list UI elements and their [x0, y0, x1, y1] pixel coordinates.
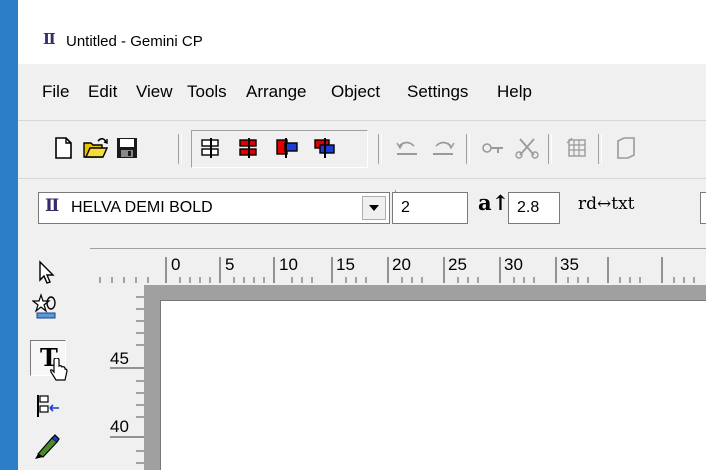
window-title: Untitled - Gemini CP — [66, 33, 203, 50]
toolbar-separator — [548, 134, 552, 164]
open-folder-icon[interactable] — [82, 135, 109, 161]
ruler-label: 10 — [279, 255, 298, 274]
pen-tool-icon[interactable] — [32, 432, 62, 462]
spacing-label: rd↔txt — [578, 194, 635, 214]
align-right-alt-icon[interactable] — [312, 135, 338, 161]
document-page[interactable] — [160, 300, 706, 470]
menu-arrange[interactable]: Arrange — [246, 82, 306, 102]
align-left-icon[interactable] — [198, 135, 224, 161]
font-toolbar: Ⅱ HELVA DEMI BOLD 2 a↑ 2.8 rd↔txt — [18, 182, 706, 226]
link-icon[interactable] — [480, 135, 506, 161]
ruler-label: 25 — [448, 255, 467, 274]
save-icon[interactable] — [114, 135, 140, 161]
menu-help[interactable]: Help — [497, 82, 532, 102]
menu-edit[interactable]: Edit — [88, 82, 117, 102]
toolbar-divider — [18, 178, 706, 179]
ruler-label: 35 — [560, 255, 579, 274]
menu-bar: File Edit View Tools Arrange Object Sett… — [18, 82, 706, 112]
ruler-label: 0 — [171, 255, 181, 274]
main-toolbar — [18, 128, 706, 172]
menu-file[interactable]: File — [42, 82, 69, 102]
app-logo-icon: Ⅱ — [43, 30, 56, 48]
menu-settings[interactable]: Settings — [407, 82, 468, 102]
leading-input[interactable]: 2.8 — [508, 192, 560, 224]
font-type-icon: Ⅱ — [45, 196, 60, 216]
toolbar-separator — [598, 134, 602, 164]
pointer-icon[interactable] — [32, 258, 62, 288]
ruler-label: 40 — [110, 417, 129, 436]
align-right-icon[interactable] — [274, 135, 300, 161]
menu-object[interactable]: Object — [331, 82, 380, 102]
font-selector[interactable]: Ⅱ HELVA DEMI BOLD — [38, 192, 390, 224]
cursor-hand-icon — [50, 358, 68, 381]
leading-icon: a↑ — [478, 190, 510, 215]
toolbar-separator — [378, 134, 382, 164]
text-tool-button[interactable]: T — [30, 340, 68, 381]
star-shape-icon[interactable] — [31, 292, 62, 322]
menu-view[interactable]: View — [136, 82, 173, 102]
font-name-value: HELVA DEMI BOLD — [71, 199, 213, 216]
vertical-ruler: 45 40 — [90, 285, 144, 470]
toolbar-separator — [466, 134, 470, 164]
ruler-label: 20 — [392, 255, 411, 274]
leading-value: 2.8 — [517, 199, 540, 216]
align-center-icon[interactable] — [236, 135, 262, 161]
chevron-down-icon — [369, 205, 379, 211]
ruler-label: 45 — [110, 349, 129, 368]
font-size-value: 2 — [401, 199, 410, 216]
app-window: Ⅱ Untitled - Gemini CP File Edit View To… — [18, 0, 706, 470]
toolbar-separator — [178, 134, 182, 164]
ruler-label: 5 — [225, 255, 235, 274]
cut-icon[interactable] — [514, 135, 540, 161]
tool-palette: T — [18, 240, 84, 470]
new-document-icon[interactable] — [50, 135, 76, 161]
spacing-input[interactable] — [700, 192, 706, 224]
ruler-label: 15 — [336, 255, 355, 274]
horizontal-ruler: 0 5 10 15 20 25 30 35 — [90, 248, 706, 285]
menu-tools[interactable]: Tools — [187, 82, 227, 102]
title-bar: Ⅱ Untitled - Gemini CP — [18, 0, 706, 64]
undo-icon[interactable] — [394, 135, 420, 161]
font-dropdown-button[interactable] — [362, 196, 386, 220]
align-tool-icon[interactable] — [32, 390, 62, 420]
font-size-input[interactable]: 2 — [392, 192, 468, 224]
grid-icon[interactable] — [564, 135, 590, 161]
ruler-label: 30 — [504, 255, 523, 274]
ruler-ticks — [110, 296, 144, 464]
menu-divider — [18, 120, 706, 121]
frame-icon[interactable] — [612, 135, 638, 161]
redo-icon[interactable] — [430, 135, 456, 161]
